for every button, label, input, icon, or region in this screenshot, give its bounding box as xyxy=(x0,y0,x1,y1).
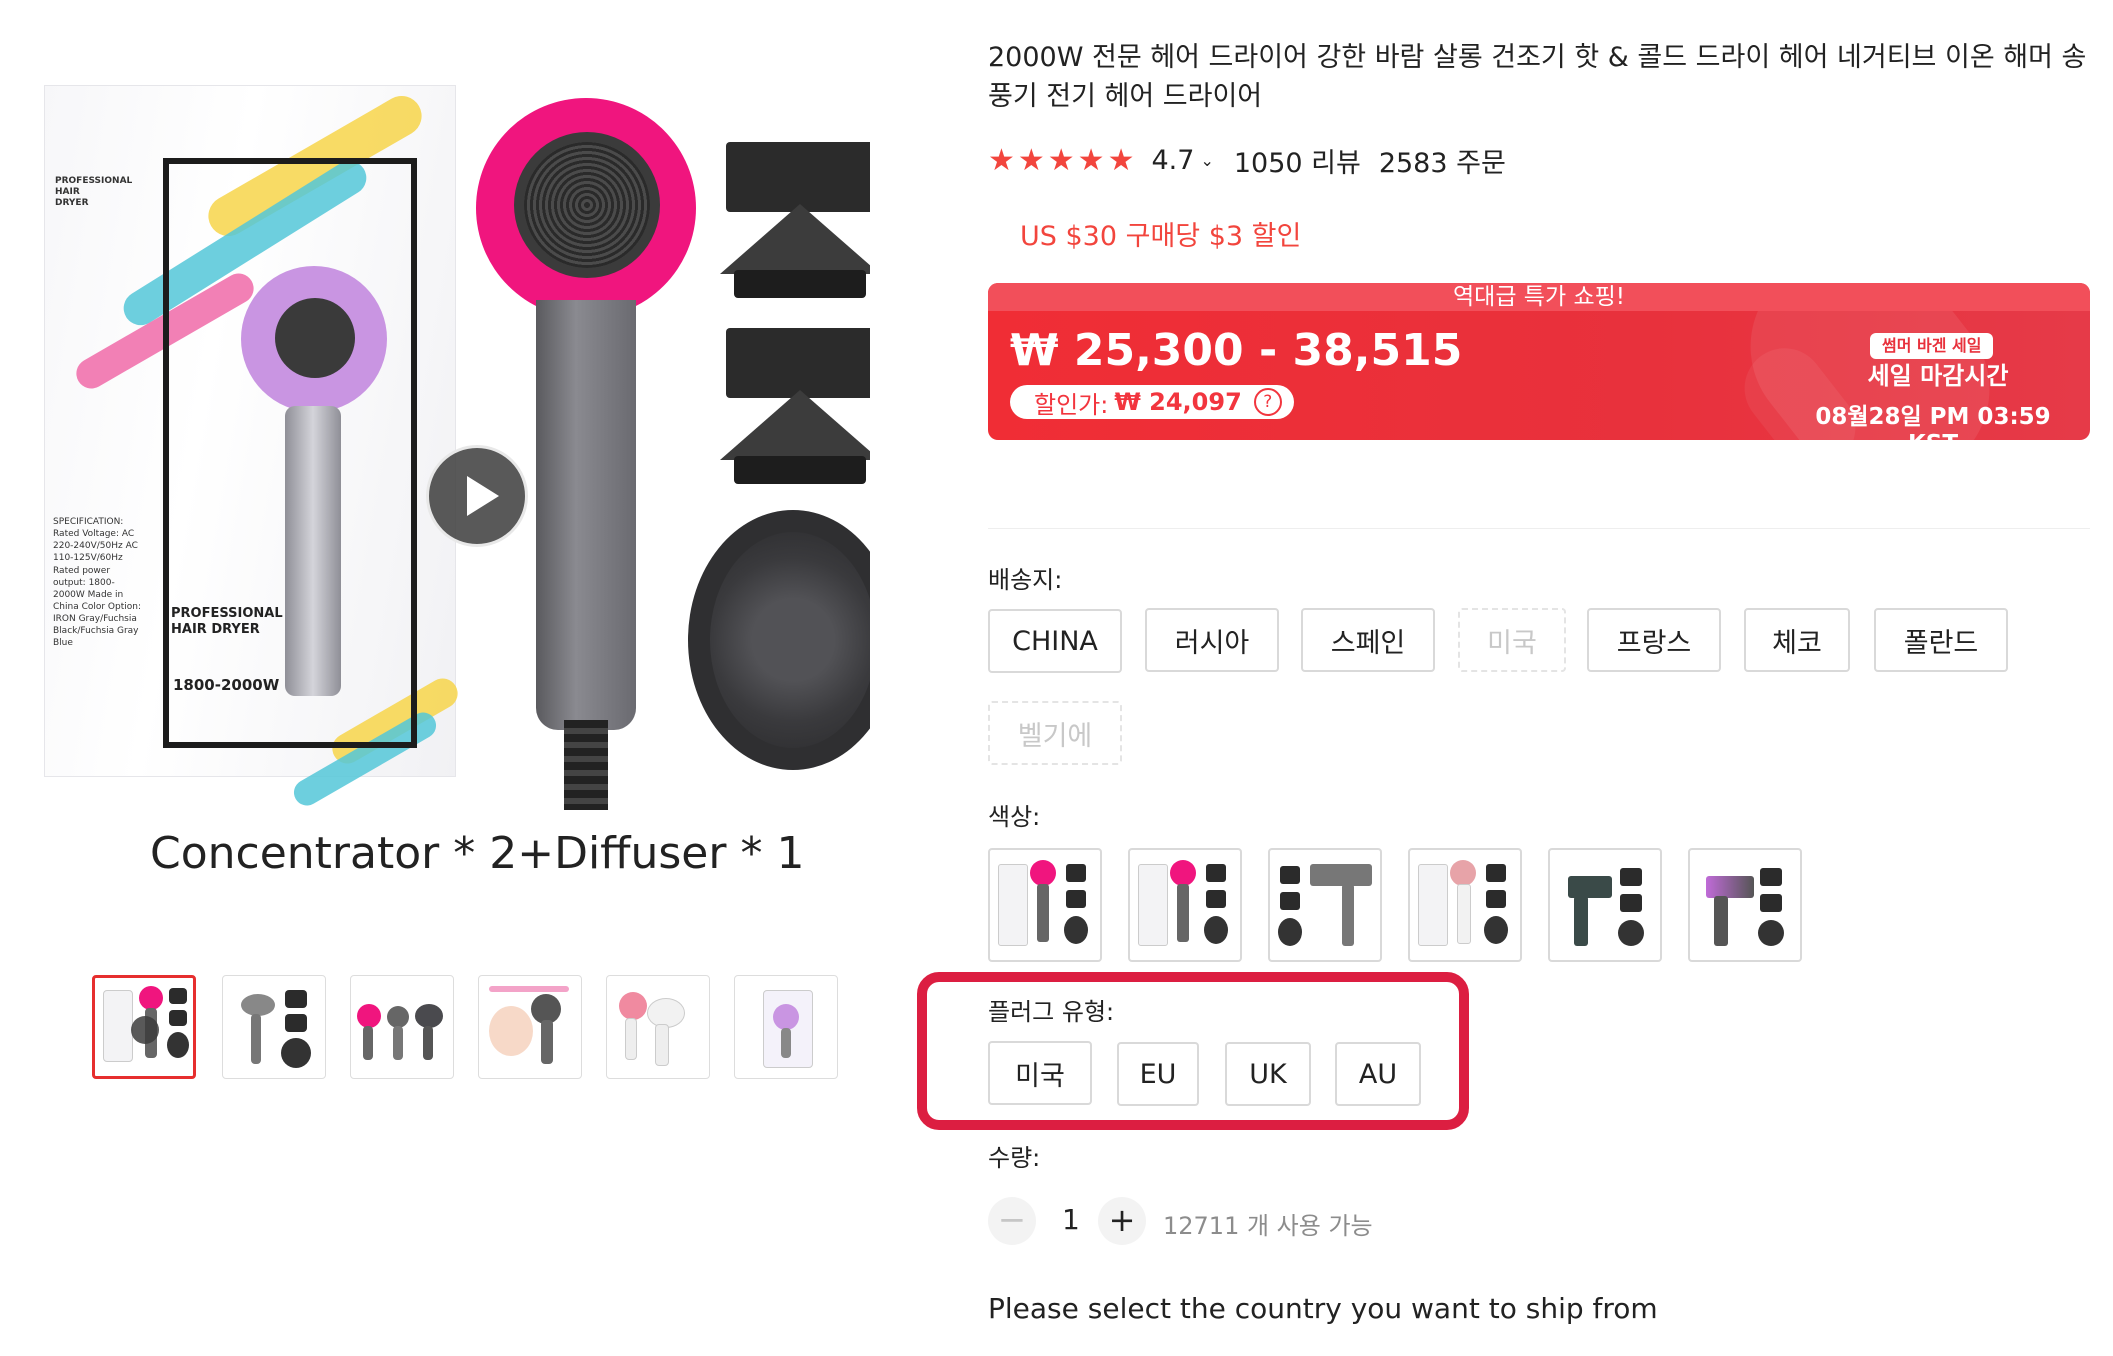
ship-option-china[interactable]: CHINA xyxy=(988,609,1122,673)
quantity-label: 수량: xyxy=(988,1144,1041,1172)
box-spec: SPECIFICATION: Rated Voltage: AC 220-240… xyxy=(53,517,141,649)
thumbnail-4[interactable] xyxy=(478,975,582,1079)
discount-label: 할인가: xyxy=(1034,390,1109,419)
main-product-image[interactable]: PROFESSIONAL HAIR DRYER SPECIFICATION: R… xyxy=(40,60,870,920)
box-top-label: PROFESSIONAL HAIR DRYER xyxy=(55,176,133,208)
dryer-handle xyxy=(536,300,636,730)
ship-option-belgium[interactable]: 벨기에 xyxy=(988,701,1122,765)
chevron-down-icon[interactable]: ⌄ xyxy=(1200,151,1213,170)
rating-value[interactable]: 4.7 xyxy=(1151,145,1194,176)
quantity-increase-button[interactable]: + xyxy=(1098,1197,1146,1245)
plug-option-us[interactable]: 미국 xyxy=(988,1041,1092,1105)
thumbnail-2[interactable] xyxy=(222,975,326,1079)
color-swatch-1[interactable] xyxy=(988,848,1102,962)
quantity-value[interactable]: 1 xyxy=(1062,1203,1080,1236)
color-swatch-3[interactable] xyxy=(1268,848,1382,962)
color-swatch-6[interactable] xyxy=(1688,848,1802,962)
order-count: 2583 주문 xyxy=(1378,147,1506,179)
price-banner: 역대급 특가 쇼핑! ₩ 25,300 - 38,515 할인가: ₩ 24,0… xyxy=(988,283,2090,440)
product-title: 2000W 전문 헤어 드라이어 강한 바람 살롱 건조기 핫 & 콜드 드라이… xyxy=(988,42,2087,112)
sale-deadline-time: 08월28일 PM 03:59 KST xyxy=(1815,404,2051,440)
box-brand: PROFESSIONAL HAIR DRYER xyxy=(171,606,283,638)
color-swatch-5[interactable] xyxy=(1548,848,1662,962)
sale-deadline-label: 세일 마감시간 xyxy=(1867,362,2009,390)
thumbnail-6[interactable] xyxy=(734,975,838,1079)
discount-value: ₩ 24,097 xyxy=(1114,388,1242,416)
plug-option-uk[interactable]: UK xyxy=(1225,1042,1311,1106)
dryer-grill xyxy=(514,132,660,278)
thumbnail-5[interactable] xyxy=(606,975,710,1079)
price-range: ₩ 25,300 - 38,515 xyxy=(1010,325,1463,376)
plug-option-au[interactable]: AU xyxy=(1335,1042,1421,1106)
diffuser-attachment xyxy=(688,510,870,770)
sale-badge: 썸머 바겐 세일 xyxy=(1870,333,1994,359)
thumbnail-3[interactable] xyxy=(350,975,454,1079)
review-count[interactable]: 1050 리뷰 xyxy=(1234,141,1361,180)
ship-option-russia[interactable]: 러시아 xyxy=(1145,608,1279,672)
play-video-button[interactable] xyxy=(426,445,528,547)
concentrator-nozzle xyxy=(720,328,870,498)
color-swatch-4[interactable] xyxy=(1408,848,1522,962)
ship-from-hint: Please select the country you want to sh… xyxy=(988,1292,1658,1325)
ship-option-france[interactable]: 프랑스 xyxy=(1587,608,1721,672)
color-label: 색상: xyxy=(988,803,1041,831)
product-box-image: PROFESSIONAL HAIR DRYER SPECIFICATION: R… xyxy=(44,85,464,811)
dryer-cord xyxy=(564,720,608,810)
coupon-link[interactable]: US $30 구매당 $3 할인 xyxy=(1020,214,1301,253)
color-swatch-2[interactable] xyxy=(1128,848,1242,962)
ship-option-usa[interactable]: 미국 xyxy=(1458,608,1566,672)
box-model: 1800-2000W xyxy=(173,676,280,694)
plug-type-label: 플러그 유형: xyxy=(988,998,1115,1026)
ship-option-spain[interactable]: 스페인 xyxy=(1301,608,1435,672)
concentrator-nozzle xyxy=(720,142,870,312)
thumbnail-1[interactable] xyxy=(92,975,196,1079)
image-caption: Concentrator * 2+Diffuser * 1 xyxy=(150,828,805,879)
rating-stars-icon: ★★★★★ xyxy=(988,142,1138,178)
promo-ribbon: 역대급 특가 쇼핑! xyxy=(988,283,2090,311)
discount-price-pill: 할인가: ₩ 24,097 ? xyxy=(1010,385,1294,419)
help-icon[interactable]: ? xyxy=(1253,388,1282,416)
quantity-decrease-button[interactable]: − xyxy=(988,1197,1036,1245)
ship-from-label: 배송지: xyxy=(988,566,1063,594)
stock-available: 12711 개 사용 가능 xyxy=(1163,1212,1373,1240)
ship-option-poland[interactable]: 폴란드 xyxy=(1874,608,2008,672)
ship-option-czech[interactable]: 체코 xyxy=(1744,608,1850,672)
divider xyxy=(988,528,2090,529)
plug-option-eu[interactable]: EU xyxy=(1117,1042,1199,1106)
rating-row: ★★★★★ 4.7 ⌄ 1050 리뷰 2583 주문 xyxy=(988,140,1506,180)
